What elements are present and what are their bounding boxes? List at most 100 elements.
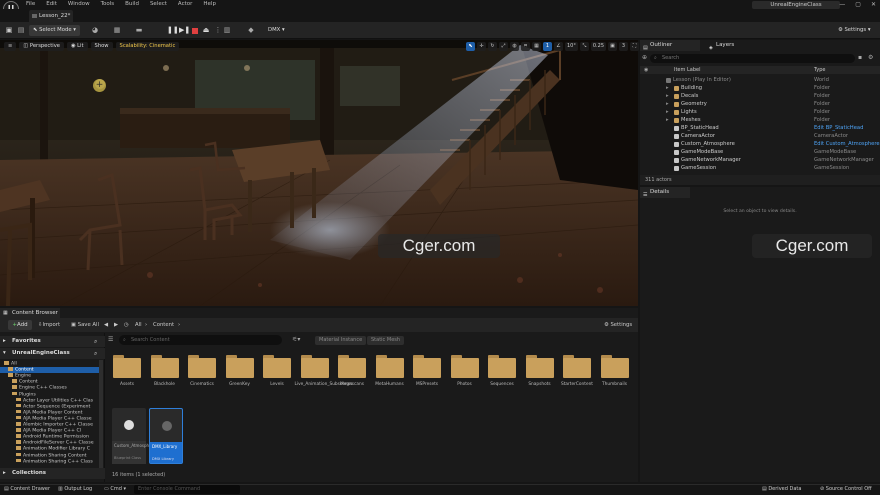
save-all-button[interactable]: ▣ Save All — [71, 320, 99, 330]
show-button[interactable]: Show — [90, 42, 113, 51]
content-folder[interactable]: Megascans — [338, 355, 366, 387]
import-button[interactable]: ⇩Import — [38, 320, 60, 330]
menu-item-file[interactable]: File — [26, 0, 35, 9]
collections-section[interactable]: ▸ Collections — [0, 468, 105, 479]
sources-toggle-icon[interactable]: ☰ — [108, 336, 113, 343]
maximize-viewport-icon[interactable]: ⛶ — [630, 42, 640, 51]
content-folder[interactable]: Snapshots — [525, 355, 554, 387]
menu-item-select[interactable]: Select — [150, 0, 167, 9]
chevron-right-icon[interactable]: ▸ — [666, 84, 669, 92]
grid-snap-icon[interactable]: ▦ — [532, 42, 541, 51]
content-folder[interactable]: Cinematics — [188, 355, 216, 387]
perspective-button[interactable]: ◫ Perspective — [19, 42, 64, 51]
camera-speed-value[interactable]: 3 — [619, 42, 629, 51]
forward-icon[interactable]: ▶ — [114, 320, 118, 330]
derived-data-button[interactable]: ▤ Derived Data — [762, 485, 801, 494]
content-folder[interactable]: Levels — [263, 355, 291, 387]
camera-speed-icon[interactable]: ▣ — [608, 42, 618, 51]
outliner-row[interactable]: ▸ Decals Folder — [640, 92, 880, 100]
move-tool-icon[interactable]: ✛ — [477, 42, 486, 51]
search-icon[interactable]: ⌕ — [94, 336, 97, 347]
pause-icon[interactable]: ❚❚ — [167, 26, 179, 35]
rotate-tool-icon[interactable]: ↻ — [488, 42, 497, 51]
history-icon[interactable]: ◷ — [124, 320, 129, 330]
outliner-row[interactable]: ▸ Geometry Folder — [640, 100, 880, 108]
add-actor-icon[interactable]: ◕ — [90, 26, 100, 35]
outliner-row[interactable]: Custom_Atmosphere Edit Custom_Atmosphere — [640, 140, 880, 148]
gear-icon[interactable]: ⚙ — [868, 54, 873, 61]
cinematics-icon[interactable]: ▬ — [134, 26, 144, 35]
filter-static-mesh[interactable]: Static Mesh — [367, 336, 405, 345]
output-log-button[interactable]: ▥ Output Log — [58, 485, 92, 494]
content-folder[interactable]: MSPresets — [413, 355, 441, 387]
item-label-header[interactable]: Item Label — [674, 66, 700, 74]
breadcrumb-content[interactable]: Content — [153, 320, 174, 330]
console-command-input[interactable]: Enter Console Command — [134, 485, 240, 494]
chevron-right-icon[interactable]: ▸ — [666, 116, 669, 124]
hamburger-icon[interactable]: ≡ — [4, 42, 17, 51]
filter-material-instance[interactable]: Material Instance — [315, 336, 367, 345]
content-folder[interactable]: Blackhole — [150, 355, 179, 387]
scale-tool-icon[interactable]: ⤢ — [499, 42, 508, 51]
menu-item-build[interactable]: Build — [125, 0, 139, 9]
layers-tab[interactable]: ◈ Layers — [706, 40, 756, 51]
outliner-row-type[interactable]: Edit BP_StaticHead — [814, 124, 863, 132]
outliner-row[interactable]: GameModeBase GameModeBase — [640, 148, 880, 156]
chevron-right-icon[interactable]: ▸ — [666, 108, 669, 116]
favorites-section[interactable]: ▸ Favorites — [0, 336, 105, 347]
menu-item-tools[interactable]: Tools — [101, 0, 115, 9]
content-asset[interactable]: Custom_Atmosphere Blueprint Class — [112, 408, 156, 464]
outliner-row[interactable]: Lesson (Play In Editor) World — [640, 76, 880, 84]
folder-add-icon[interactable]: ▪ — [858, 54, 862, 61]
maximize-icon[interactable]: ▢ — [855, 0, 861, 9]
back-icon[interactable]: ◀ — [104, 320, 108, 330]
content-folder[interactable]: Thumbnails — [600, 355, 629, 387]
outliner-row-type[interactable]: Edit Custom_Atmosphere — [814, 140, 880, 148]
blueprint-icon[interactable]: ▦ — [112, 26, 122, 35]
settings-button[interactable]: ⚙ Settings ▾ — [834, 25, 875, 36]
outliner-tab[interactable]: ▤ Outliner — [640, 40, 700, 51]
scale-snap-value[interactable]: 0.25 — [590, 42, 607, 51]
menu-item-edit[interactable]: Edit — [46, 0, 57, 9]
filter-icon[interactable]: ⚟▾ — [292, 336, 300, 343]
breadcrumb-all[interactable]: All — [135, 320, 142, 330]
content-folder[interactable]: Sequences — [488, 355, 516, 387]
content-settings-button[interactable]: ⚙ Settings — [604, 320, 632, 330]
rotation-snap-value[interactable]: 10° — [565, 42, 578, 51]
close-icon[interactable]: ✕ — [871, 0, 876, 9]
lit-button[interactable]: ◉ Lit — [66, 42, 88, 51]
cmd-button[interactable]: ▭ Cmd ▾ — [104, 485, 126, 494]
stop-icon[interactable] — [192, 28, 198, 34]
select-mode-button[interactable]: ⬉ Select Mode ▾ — [29, 25, 80, 36]
outliner-search-input[interactable]: ⌕ Search — [650, 54, 855, 63]
folder-icon[interactable]: ▤ — [16, 26, 26, 35]
breadcrumb-chevron-icon[interactable]: › — [178, 320, 180, 330]
outliner-row[interactable]: GameNetworkManager GameNetworkManager — [640, 156, 880, 164]
content-asset[interactable]: DMX_Library DMX Library — [149, 408, 183, 464]
save-icon[interactable]: ▣ — [4, 26, 14, 35]
menu-item-window[interactable]: Window — [68, 0, 90, 9]
select-tool-icon[interactable]: ⬉ — [466, 42, 475, 51]
add-button[interactable]: +Add — [8, 320, 32, 330]
content-drawer-button[interactable]: ▤ Content Drawer — [4, 485, 50, 494]
tree-scrollbar[interactable] — [99, 360, 103, 470]
add-filter-icon[interactable]: ⊕ — [642, 54, 647, 61]
minimize-icon[interactable]: — — [839, 0, 845, 9]
platforms-icon[interactable]: ▥ — [222, 26, 232, 35]
surface-snap-icon[interactable]: ⌗ — [521, 42, 530, 51]
project-section[interactable]: ▾ UnrealEngineClass — [0, 348, 105, 359]
details-tab[interactable]: ☰ Details — [640, 187, 690, 198]
source-control-button[interactable]: ⊘ Source Control Off — [820, 485, 872, 494]
eject-icon[interactable]: ⏏ — [201, 26, 211, 35]
outliner-row[interactable]: ▸ Lights Folder — [640, 108, 880, 116]
rotation-snap-icon[interactable]: ∠ — [554, 42, 563, 51]
scale-snap-icon[interactable]: ⤡ — [579, 42, 589, 51]
outliner-row[interactable]: BP_StaticHead Edit BP_StaticHead — [640, 124, 880, 132]
content-folder[interactable]: StarterContent — [561, 355, 593, 387]
type-header[interactable]: Type — [814, 66, 825, 74]
menu-item-actor[interactable]: Actor — [178, 0, 192, 9]
grid-snap-value[interactable]: 1 — [543, 42, 552, 51]
step-icon[interactable]: ▶❚ — [179, 26, 190, 35]
scalability-warning[interactable]: Scalability: Cinematic — [115, 42, 180, 51]
content-browser-tab[interactable]: ▦ Content Browser — [0, 308, 60, 318]
